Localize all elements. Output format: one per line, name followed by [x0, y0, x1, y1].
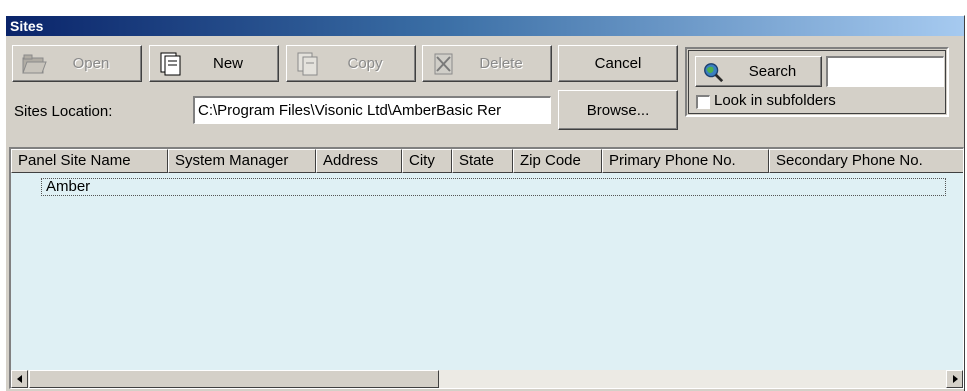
- magnifier-globe-icon: [704, 63, 724, 83]
- delete-button-label: Delete: [479, 55, 523, 72]
- column-primary-phone[interactable]: Primary Phone No.: [602, 149, 769, 173]
- copy-icon: [297, 52, 318, 76]
- browse-button-label: Browse...: [586, 101, 650, 119]
- search-button[interactable]: Search: [695, 56, 822, 87]
- scrollbar-thumb[interactable]: [29, 370, 439, 388]
- search-group: Search Look in subfolders: [685, 47, 949, 117]
- look-in-subfolders-checkbox[interactable]: [696, 95, 710, 109]
- copy-button-label: Copy: [347, 55, 383, 72]
- sites-window: Sites Open New Copy Delete Cancel Browse…: [5, 15, 965, 391]
- column-zip-code[interactable]: Zip Code: [513, 149, 602, 173]
- search-button-label: Search: [748, 63, 797, 80]
- scroll-left-button[interactable]: [11, 370, 28, 388]
- look-in-subfolders-label: Look in subfolders: [714, 92, 836, 109]
- search-input[interactable]: [826, 56, 944, 87]
- column-state[interactable]: State: [452, 149, 513, 173]
- folder-open-icon: [22, 54, 47, 74]
- column-system-manager[interactable]: System Manager: [168, 149, 316, 173]
- column-panel-site-name[interactable]: Panel Site Name: [11, 149, 168, 173]
- cancel-button[interactable]: Cancel: [558, 45, 678, 82]
- sites-location-label: Sites Location:: [14, 103, 113, 120]
- open-button[interactable]: Open: [12, 45, 142, 82]
- horizontal-scrollbar[interactable]: [11, 370, 963, 388]
- new-document-icon: [160, 52, 181, 76]
- delete-button[interactable]: Delete: [422, 45, 552, 82]
- arrow-right-icon: [953, 375, 958, 383]
- sites-location-field[interactable]: C:\Program Files\Visonic Ltd\AmberBasic …: [193, 96, 551, 124]
- column-city[interactable]: City: [402, 149, 452, 173]
- column-address[interactable]: Address: [316, 149, 402, 173]
- browse-button[interactable]: Browse...: [558, 90, 678, 130]
- sites-list[interactable]: Panel Site Name System Manager Address C…: [9, 147, 964, 389]
- site-name-cell: Amber: [46, 178, 91, 195]
- arrow-left-icon: [17, 375, 22, 383]
- list-header: Panel Site Name System Manager Address C…: [11, 149, 963, 173]
- cancel-button-label: Cancel: [594, 55, 642, 72]
- delete-icon: [434, 53, 453, 75]
- open-button-label: Open: [72, 55, 110, 72]
- column-secondary-phone[interactable]: Secondary Phone No.: [769, 149, 963, 173]
- window-title: Sites: [6, 16, 964, 36]
- new-button[interactable]: New: [149, 45, 279, 82]
- copy-button[interactable]: Copy: [286, 45, 416, 82]
- sites-location-value: C:\Program Files\Visonic Ltd\AmberBasic …: [198, 102, 502, 119]
- new-button-label: New: [212, 55, 243, 72]
- scroll-right-button[interactable]: [946, 370, 963, 388]
- table-row[interactable]: Amber: [41, 178, 946, 196]
